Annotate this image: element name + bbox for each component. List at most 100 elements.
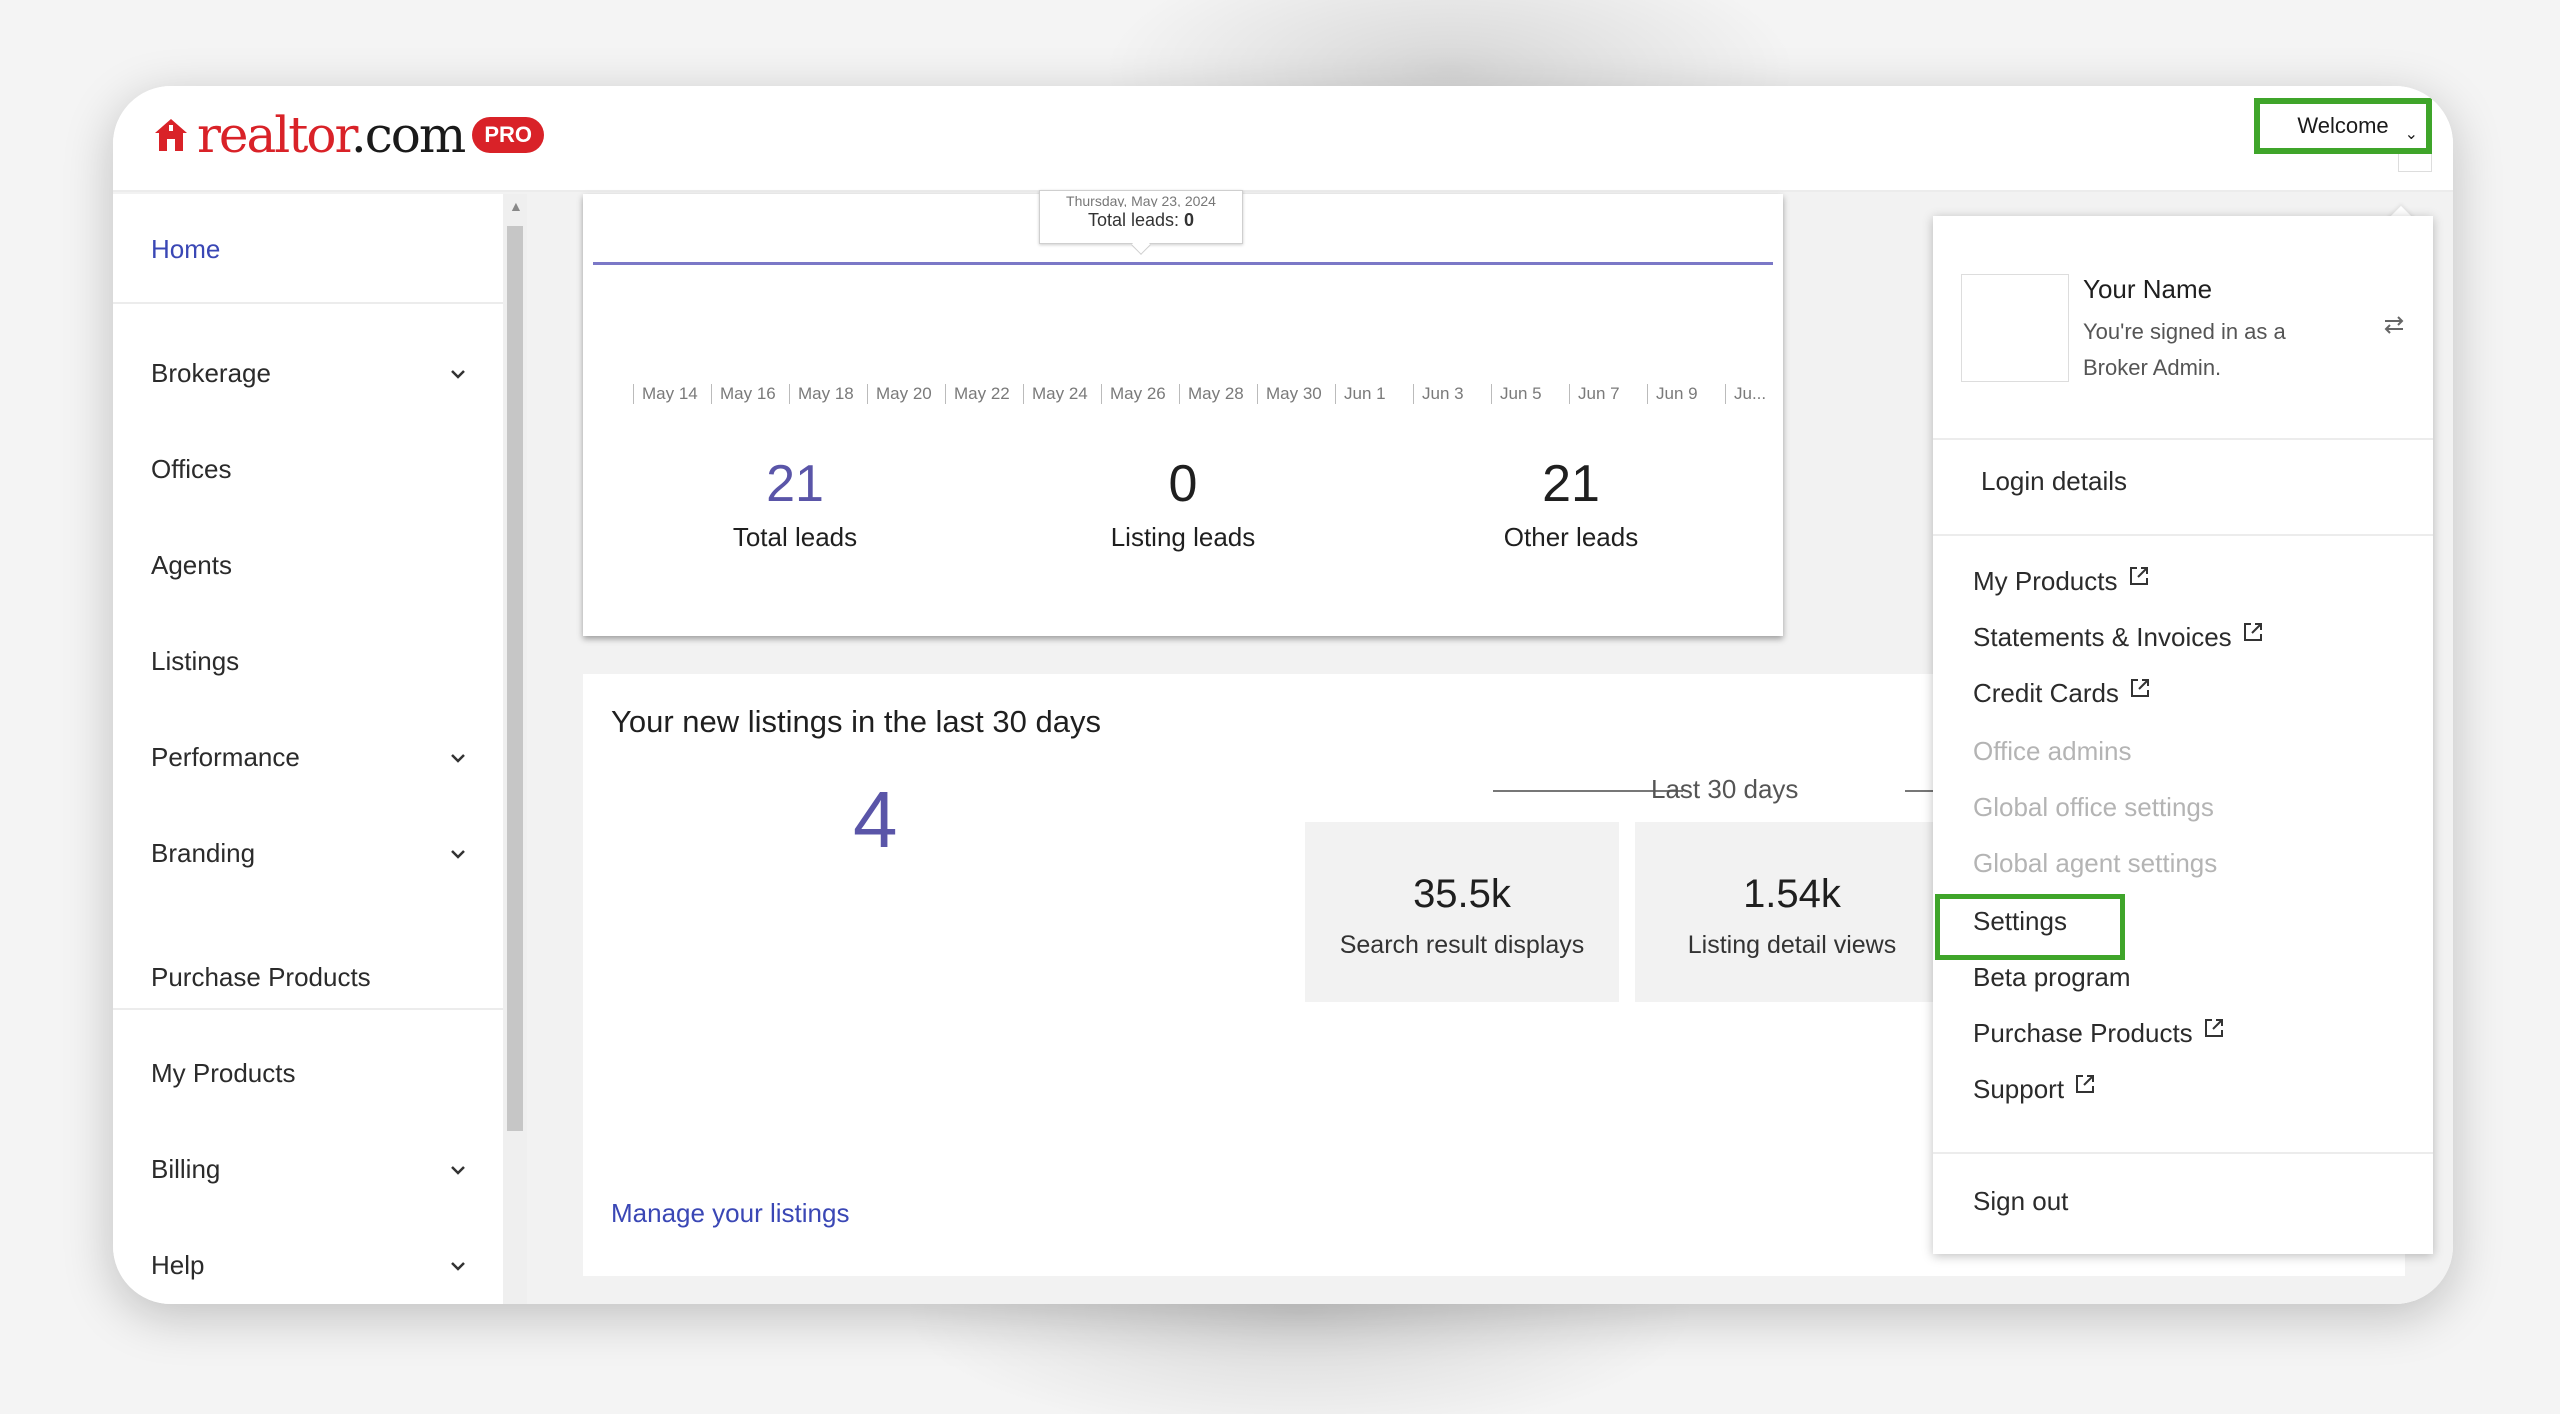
search-result-displays-value: 35.5k bbox=[1413, 872, 1511, 916]
sidebar-item-label: Brokerage bbox=[151, 358, 271, 388]
sidebar-item-performance[interactable]: Performance bbox=[151, 742, 471, 773]
sidebar-item-purchase-products[interactable]: Purchase Products bbox=[151, 962, 471, 993]
pro-badge: PRO bbox=[472, 117, 545, 153]
sidebar-item-help[interactable]: Help bbox=[151, 1250, 471, 1281]
menu-item-label: Credit Cards bbox=[1973, 678, 2119, 708]
realtor-logo[interactable]: realtor.com PRO bbox=[151, 110, 545, 160]
listing-detail-views-label: Listing detail views bbox=[1687, 931, 1897, 959]
scroll-up-arrow-icon[interactable]: ▲ bbox=[509, 198, 523, 214]
x-tick-label: May 14 bbox=[633, 384, 698, 404]
app-window: realtor.com PRO Welcome ⌄ Home Brokerage… bbox=[113, 86, 2453, 1304]
tooltip-pointer bbox=[1131, 235, 1151, 255]
x-tick-label: Ju... bbox=[1725, 384, 1766, 404]
x-tick-label: Jun 7 bbox=[1569, 384, 1620, 404]
period-label: Last 30 days bbox=[1651, 774, 1799, 804]
sidebar-item-billing[interactable]: Billing bbox=[151, 1154, 471, 1185]
sidebar-item-label: Branding bbox=[151, 838, 256, 868]
tooltip-value: 0 bbox=[1184, 210, 1195, 230]
sidebar-item-label: Home bbox=[151, 234, 221, 264]
listings-card-title: Your new listings in the last 30 days bbox=[611, 704, 1101, 739]
login-details-item[interactable]: Login details bbox=[1981, 466, 2127, 497]
chevron-down-icon bbox=[451, 849, 465, 859]
user-role: You're signed in as a Broker Admin. bbox=[2083, 319, 2286, 380]
other-leads-value: 21 bbox=[1542, 455, 1600, 513]
menu-item-label: My Products bbox=[1973, 566, 2118, 596]
external-link-icon bbox=[2243, 622, 2262, 641]
chevron-down-icon: ⌄ bbox=[2404, 126, 2418, 143]
total-leads-label: Total leads bbox=[732, 522, 858, 552]
search-result-displays-label: Search result displays bbox=[1339, 931, 1585, 959]
chevron-down-icon bbox=[451, 1261, 465, 1271]
leads-chart-line bbox=[593, 262, 1773, 265]
sidebar-item-label: My Products bbox=[151, 1058, 296, 1088]
dropdown-divider bbox=[1933, 534, 2433, 536]
sidebar-item-label: Performance bbox=[151, 742, 300, 772]
menu-item-credit-cards[interactable]: Credit Cards bbox=[1973, 678, 2151, 709]
total-leads-value: 21 bbox=[766, 455, 824, 513]
house-logo-icon bbox=[155, 119, 187, 151]
dropdown-divider bbox=[1933, 1152, 2433, 1154]
total-leads-stat: 21 Total leads bbox=[645, 458, 945, 553]
chart-tooltip: Thursday, May 23, 2024 Total leads: 0 bbox=[1039, 190, 1243, 255]
sidebar-item-listings[interactable]: Listings bbox=[151, 646, 471, 677]
other-leads-stat: 21 Other leads bbox=[1421, 458, 1721, 553]
swap-arrows-icon[interactable] bbox=[2381, 312, 2407, 338]
menu-item-support[interactable]: Support bbox=[1973, 1074, 2096, 1105]
menu-item-my-products[interactable]: My Products bbox=[1973, 566, 2150, 597]
sidebar-item-label: Agents bbox=[151, 550, 232, 580]
listing-leads-stat: 0 Listing leads bbox=[1033, 458, 1333, 553]
menu-item-office-admins: Office admins bbox=[1973, 736, 2132, 766]
user-name: Your Name bbox=[2083, 274, 2213, 304]
external-link-icon bbox=[2129, 566, 2148, 585]
external-link-icon bbox=[2204, 1018, 2223, 1037]
menu-item-purchase-products[interactable]: Purchase Products bbox=[1973, 1018, 2225, 1049]
welcome-menu-button[interactable]: Welcome ⌄ bbox=[2254, 98, 2432, 154]
sidebar-item-label: Offices bbox=[151, 454, 232, 484]
listing-detail-views-metric: 1.54k Listing detail views bbox=[1635, 822, 1949, 1002]
chevron-down-icon bbox=[451, 369, 465, 379]
sidebar-item-branding[interactable]: Branding bbox=[151, 838, 471, 869]
listing-leads-value: 0 bbox=[1168, 455, 1198, 513]
menu-item-statements-invoices[interactable]: Statements & Invoices bbox=[1973, 622, 2264, 653]
menu-item-settings[interactable]: Settings bbox=[1973, 906, 2067, 937]
menu-item-beta-program[interactable]: Beta program bbox=[1973, 962, 2131, 993]
sidebar-item-agents[interactable]: Agents bbox=[151, 550, 471, 581]
welcome-button-base bbox=[2398, 154, 2432, 172]
sidebar-divider bbox=[113, 302, 503, 304]
sidebar-divider bbox=[113, 1008, 503, 1010]
sign-out-item[interactable]: Sign out bbox=[1973, 1186, 2068, 1217]
tooltip-label: Total leads: bbox=[1087, 210, 1180, 230]
welcome-label: Welcome bbox=[2297, 113, 2389, 138]
sidebar-item-label: Listings bbox=[151, 646, 240, 676]
menu-item-label: Purchase Products bbox=[1973, 1018, 2193, 1048]
x-tick-label: May 22 bbox=[945, 384, 1010, 404]
external-link-icon bbox=[2130, 678, 2149, 697]
sidebar-item-brokerage[interactable]: Brokerage bbox=[151, 358, 471, 389]
chevron-down-icon bbox=[451, 753, 465, 763]
menu-item-global-office-settings: Global office settings bbox=[1973, 792, 2214, 822]
sidebar-item-label: Billing bbox=[151, 1154, 221, 1184]
listing-leads-label: Listing leads bbox=[1110, 522, 1256, 552]
x-tick-label: May 18 bbox=[789, 384, 854, 404]
listing-detail-views-value: 1.54k bbox=[1743, 872, 1841, 916]
tooltip-date: Thursday, May 23, 2024 bbox=[1066, 193, 1216, 207]
x-tick-label: Jun 3 bbox=[1413, 384, 1464, 404]
sidebar-item-offices[interactable]: Offices bbox=[151, 454, 471, 485]
menu-item-label: Statements & Invoices bbox=[1973, 622, 2232, 652]
logo-wordmark-suffix: .com bbox=[350, 106, 466, 164]
x-tick-label: May 28 bbox=[1179, 384, 1244, 404]
x-tick-label: May 24 bbox=[1023, 384, 1088, 404]
chart-x-axis: May 14 May 16 May 18 May 20 May 22 May 2… bbox=[633, 384, 1783, 408]
manage-listings-link[interactable]: Manage your listings bbox=[611, 1198, 849, 1229]
external-link-icon bbox=[2076, 1074, 2095, 1093]
x-tick-label: Jun 5 bbox=[1491, 384, 1542, 404]
dropdown-divider bbox=[1933, 438, 2433, 440]
sidebar-scrollbar-thumb[interactable] bbox=[507, 226, 523, 1131]
menu-item-global-agent-settings: Global agent settings bbox=[1973, 848, 2218, 878]
sidebar-item-label: Help bbox=[151, 1250, 205, 1280]
new-listings-count: 4 bbox=[853, 775, 898, 864]
sidebar-item-my-products[interactable]: My Products bbox=[151, 1058, 471, 1089]
sidebar-item-home[interactable]: Home bbox=[151, 234, 471, 265]
x-tick-label: Jun 9 bbox=[1647, 384, 1698, 404]
avatar bbox=[1961, 274, 2069, 382]
